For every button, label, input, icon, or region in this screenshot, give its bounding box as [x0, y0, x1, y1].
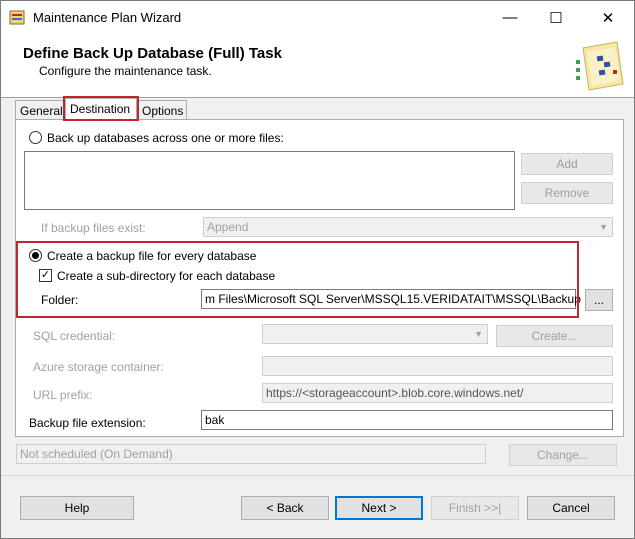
- close-icon: ✕: [601, 9, 615, 27]
- wizard-graphic-icon: [576, 41, 624, 91]
- tab-options[interactable]: Options: [137, 100, 187, 120]
- sql-credential-label: SQL credential:: [33, 329, 116, 343]
- page-title: Define Back Up Database (Full) Task: [23, 45, 282, 62]
- backup-files-list[interactable]: [24, 151, 515, 210]
- maintenance-plan-icon: [9, 10, 25, 25]
- every-database-radio[interactable]: [29, 249, 42, 262]
- schedule-status: Not scheduled (On Demand): [16, 444, 486, 464]
- cancel-button[interactable]: Cancel: [527, 496, 615, 520]
- tab-destination[interactable]: Destination: [65, 98, 137, 120]
- help-button[interactable]: Help: [20, 496, 134, 520]
- finish-button[interactable]: Finish >>|: [431, 496, 519, 520]
- tab-general[interactable]: General: [15, 100, 65, 120]
- window-title: Maintenance Plan Wizard: [33, 10, 182, 25]
- add-button[interactable]: Add: [521, 153, 613, 175]
- if-exist-select[interactable]: Append ▼: [203, 217, 613, 237]
- browse-folder-button[interactable]: ...: [585, 289, 613, 311]
- subdirectory-label: Create a sub-directory for each database: [57, 269, 276, 283]
- url-prefix-input[interactable]: https://<storageaccount>.blob.core.windo…: [262, 383, 613, 403]
- folder-input[interactable]: m Files\Microsoft SQL Server\MSSQL15.VER…: [201, 289, 581, 309]
- extension-input[interactable]: bak: [201, 410, 613, 430]
- maximize-icon: ☐: [549, 9, 563, 27]
- create-credential-button[interactable]: Create...: [496, 325, 613, 347]
- across-files-label: Back up databases across one or more fil…: [47, 131, 284, 145]
- wizard-header: Define Back Up Database (Full) Task Conf…: [1, 34, 634, 97]
- close-button[interactable]: ✕: [585, 1, 631, 34]
- maximize-button[interactable]: ☐: [533, 1, 579, 34]
- every-database-label: Create a backup file for every database: [47, 249, 257, 263]
- folder-label: Folder:: [41, 293, 79, 307]
- wizard-window: Maintenance Plan Wizard — ☐ ✕ Define Bac…: [0, 0, 635, 539]
- extension-label: Backup file extension:: [29, 416, 146, 430]
- across-files-radio[interactable]: [29, 131, 42, 144]
- subdirectory-checkbox[interactable]: ✓: [39, 269, 52, 282]
- next-button[interactable]: Next >: [335, 496, 423, 520]
- minimize-icon: —: [502, 9, 518, 26]
- page-subtitle: Configure the maintenance task.: [39, 64, 212, 78]
- if-exist-label: If backup files exist:: [41, 221, 146, 235]
- destination-panel: Back up databases across one or more fil…: [15, 119, 624, 437]
- checkmark-icon: ✓: [40, 269, 51, 281]
- chevron-down-icon: ▼: [474, 329, 483, 339]
- footer-divider: [1, 475, 634, 476]
- chevron-down-icon: ▼: [599, 222, 608, 232]
- azure-container-label: Azure storage container:: [33, 360, 164, 374]
- azure-container-input[interactable]: [262, 356, 613, 376]
- remove-button[interactable]: Remove: [521, 182, 613, 204]
- title-bar: Maintenance Plan Wizard — ☐ ✕: [1, 1, 634, 34]
- change-schedule-button[interactable]: Change...: [509, 444, 617, 466]
- minimize-button[interactable]: —: [487, 1, 533, 34]
- sql-credential-select[interactable]: ▼: [262, 324, 488, 344]
- url-prefix-label: URL prefix:: [33, 388, 93, 402]
- back-button[interactable]: < Back: [241, 496, 329, 520]
